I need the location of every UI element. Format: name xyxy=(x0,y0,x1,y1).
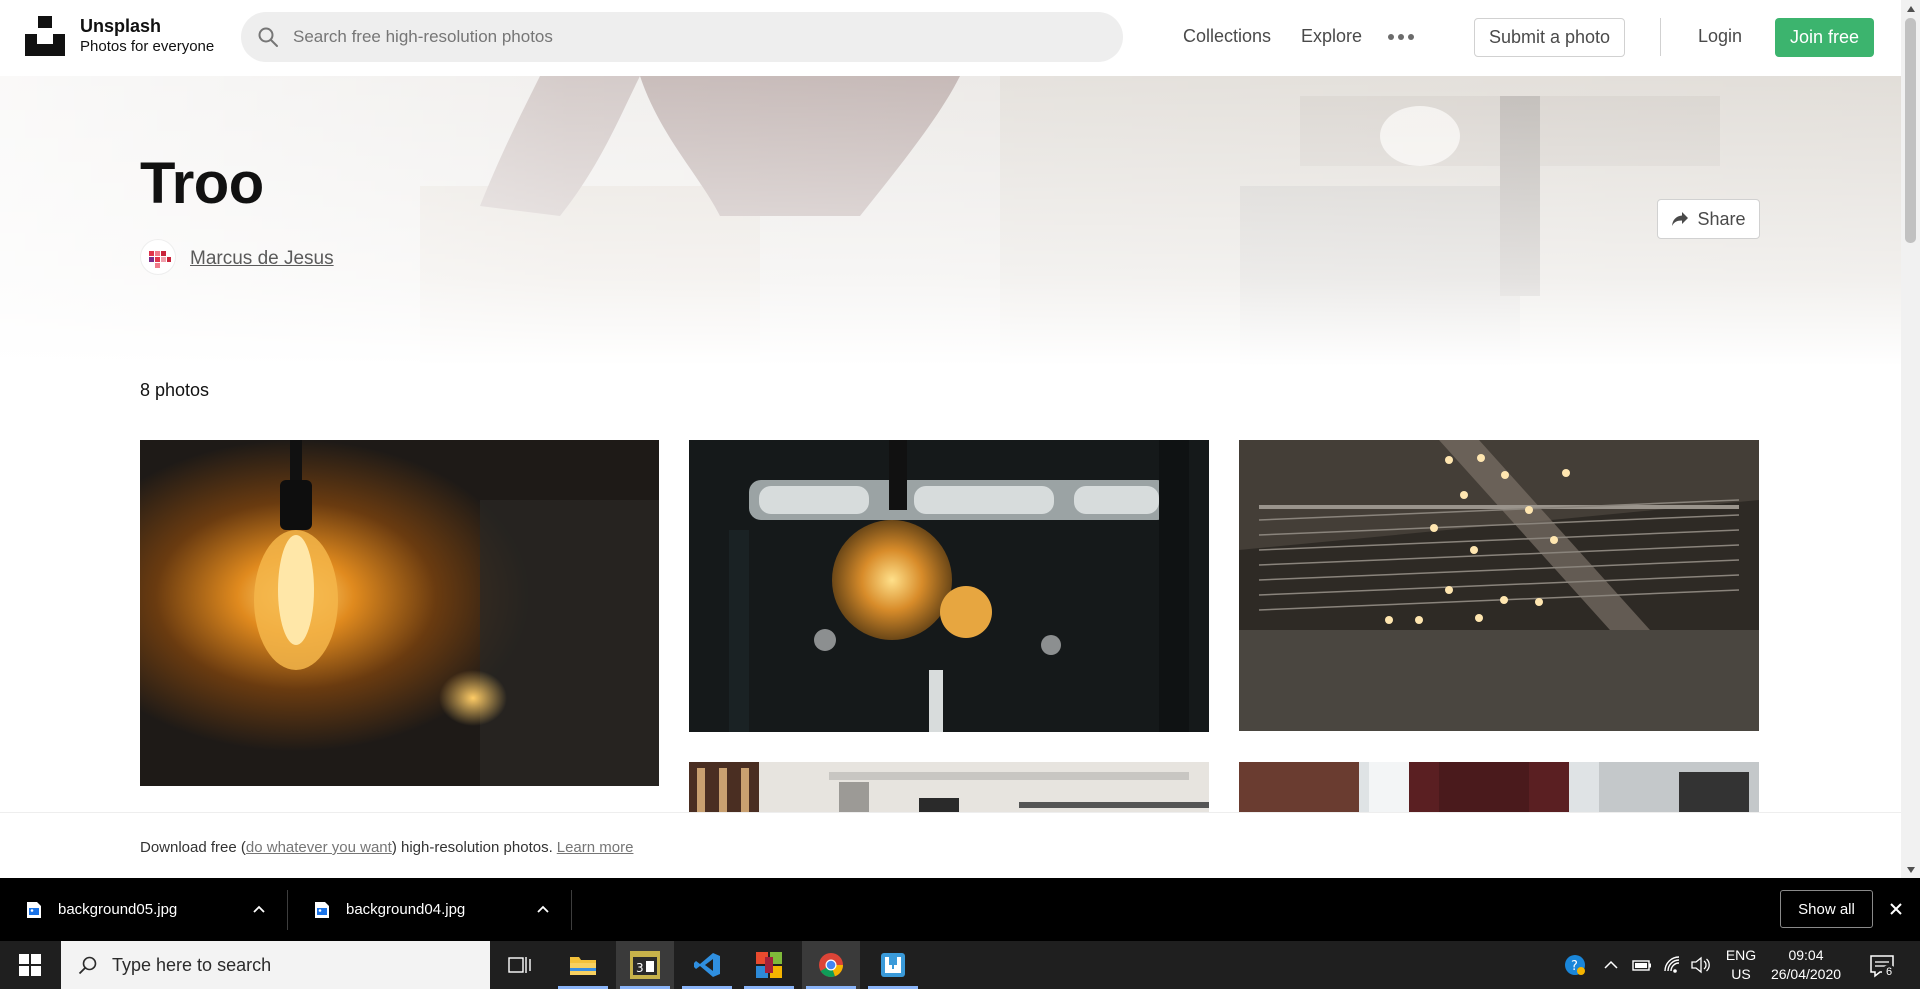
svg-text:?: ? xyxy=(1571,959,1578,974)
image-file-icon xyxy=(315,901,329,918)
download-separator xyxy=(571,890,572,930)
taskbar-search-box[interactable]: Type here to search xyxy=(61,941,490,989)
taskbar-search-input[interactable]: Type here to search xyxy=(112,955,271,976)
share-label: Share xyxy=(1697,208,1746,229)
office-icon[interactable] xyxy=(740,941,798,989)
close-icon[interactable] xyxy=(1888,901,1904,917)
brand-name[interactable]: Unsplash xyxy=(80,16,161,37)
join-free-button[interactable]: Join free xyxy=(1775,18,1874,57)
download-item[interactable]: background05.jpg xyxy=(0,878,286,941)
learn-more-link[interactable]: Learn more xyxy=(557,839,634,856)
show-all-downloads-button[interactable]: Show all xyxy=(1780,890,1873,928)
login-link[interactable]: Login xyxy=(1698,26,1742,47)
notification-count-badge: 6 xyxy=(1882,965,1896,979)
svg-text:3: 3 xyxy=(636,961,644,975)
photo-count: 8 photos xyxy=(140,380,210,400)
downloads-shelf: background05.jpg background04.jpg Show a… xyxy=(0,878,1920,941)
image-file-icon xyxy=(27,901,41,918)
download-filename: background05.jpg xyxy=(58,901,178,918)
keyboard-layout: US xyxy=(1731,966,1751,982)
brand-tagline: Photos for everyone xyxy=(80,38,215,55)
vscode-icon[interactable] xyxy=(678,941,736,989)
video-editor-icon[interactable]: 3 xyxy=(616,941,674,989)
site-header: Unsplash Photos for everyone Collections… xyxy=(0,0,1901,76)
nav-explore[interactable]: Explore xyxy=(1301,26,1362,47)
header-divider xyxy=(1660,18,1661,56)
chrome-icon[interactable] xyxy=(802,941,860,989)
author-avatar[interactable] xyxy=(140,239,176,275)
photo-edison-bulbs-window[interactable] xyxy=(689,440,1209,732)
browser-viewport: Unsplash Photos for everyone Collections… xyxy=(0,0,1901,878)
photo-edison-bulb-wall[interactable] xyxy=(140,440,659,786)
more-options-icon[interactable] xyxy=(1388,27,1416,47)
download-item[interactable]: background04.jpg xyxy=(288,878,570,941)
task-view-icon[interactable] xyxy=(491,941,549,989)
scrollbar-thumb[interactable] xyxy=(1905,18,1916,243)
start-button[interactable] xyxy=(0,941,60,989)
collection-title: Troo xyxy=(140,151,264,216)
windows-logo-icon xyxy=(19,954,41,976)
search-icon[interactable] xyxy=(257,26,279,48)
share-arrow-icon xyxy=(1672,212,1689,226)
license-link[interactable]: do whatever you want xyxy=(246,839,392,856)
wifi-icon[interactable] xyxy=(1663,955,1683,975)
volume-icon[interactable] xyxy=(1690,955,1710,975)
author-name-link[interactable]: Marcus de Jesus xyxy=(190,248,334,270)
battery-icon[interactable] xyxy=(1632,955,1652,975)
scroll-down-arrow-icon[interactable] xyxy=(1901,861,1920,878)
search-icon xyxy=(78,956,97,975)
windows-taskbar: Type here to search 3 ? ENG US 09:04 26/… xyxy=(0,941,1920,989)
clock-time: 09:04 xyxy=(1788,947,1824,963)
input-language[interactable]: ENG US xyxy=(1724,946,1758,984)
promo-text: Download free (do whatever you want) hig… xyxy=(140,839,633,856)
download-promo-bar: Download free (do whatever you want) hig… xyxy=(0,812,1901,878)
collection-hero: Troo Marcus de Jesus Share xyxy=(0,76,1901,366)
photo-string-lights-stairs[interactable] xyxy=(1239,440,1759,731)
promo-suffix: ) high-resolution photos. xyxy=(391,839,553,856)
share-button[interactable]: Share xyxy=(1657,199,1760,239)
app-icon[interactable] xyxy=(864,941,922,989)
chevron-up-icon[interactable] xyxy=(253,905,265,913)
file-explorer-icon[interactable] xyxy=(554,941,612,989)
chevron-up-icon[interactable] xyxy=(537,905,549,913)
chevron-up-icon[interactable] xyxy=(1601,955,1621,975)
search-input[interactable] xyxy=(293,27,1093,47)
system-clock[interactable]: 09:04 26/04/2020 xyxy=(1764,946,1848,984)
scroll-up-arrow-icon[interactable] xyxy=(1901,0,1920,17)
clock-date: 26/04/2020 xyxy=(1770,966,1842,982)
language-code: ENG xyxy=(1725,947,1757,963)
nav-collections[interactable]: Collections xyxy=(1183,26,1271,47)
search-bar[interactable] xyxy=(241,12,1123,62)
promo-prefix: Download free ( xyxy=(140,839,246,856)
download-filename: background04.jpg xyxy=(346,901,466,918)
help-icon[interactable]: ? xyxy=(1564,954,1586,976)
submit-photo-button[interactable]: Submit a photo xyxy=(1474,18,1625,57)
hero-background-image xyxy=(0,76,1901,366)
unsplash-logo-icon[interactable] xyxy=(25,16,65,56)
page-scrollbar[interactable] xyxy=(1901,0,1920,878)
